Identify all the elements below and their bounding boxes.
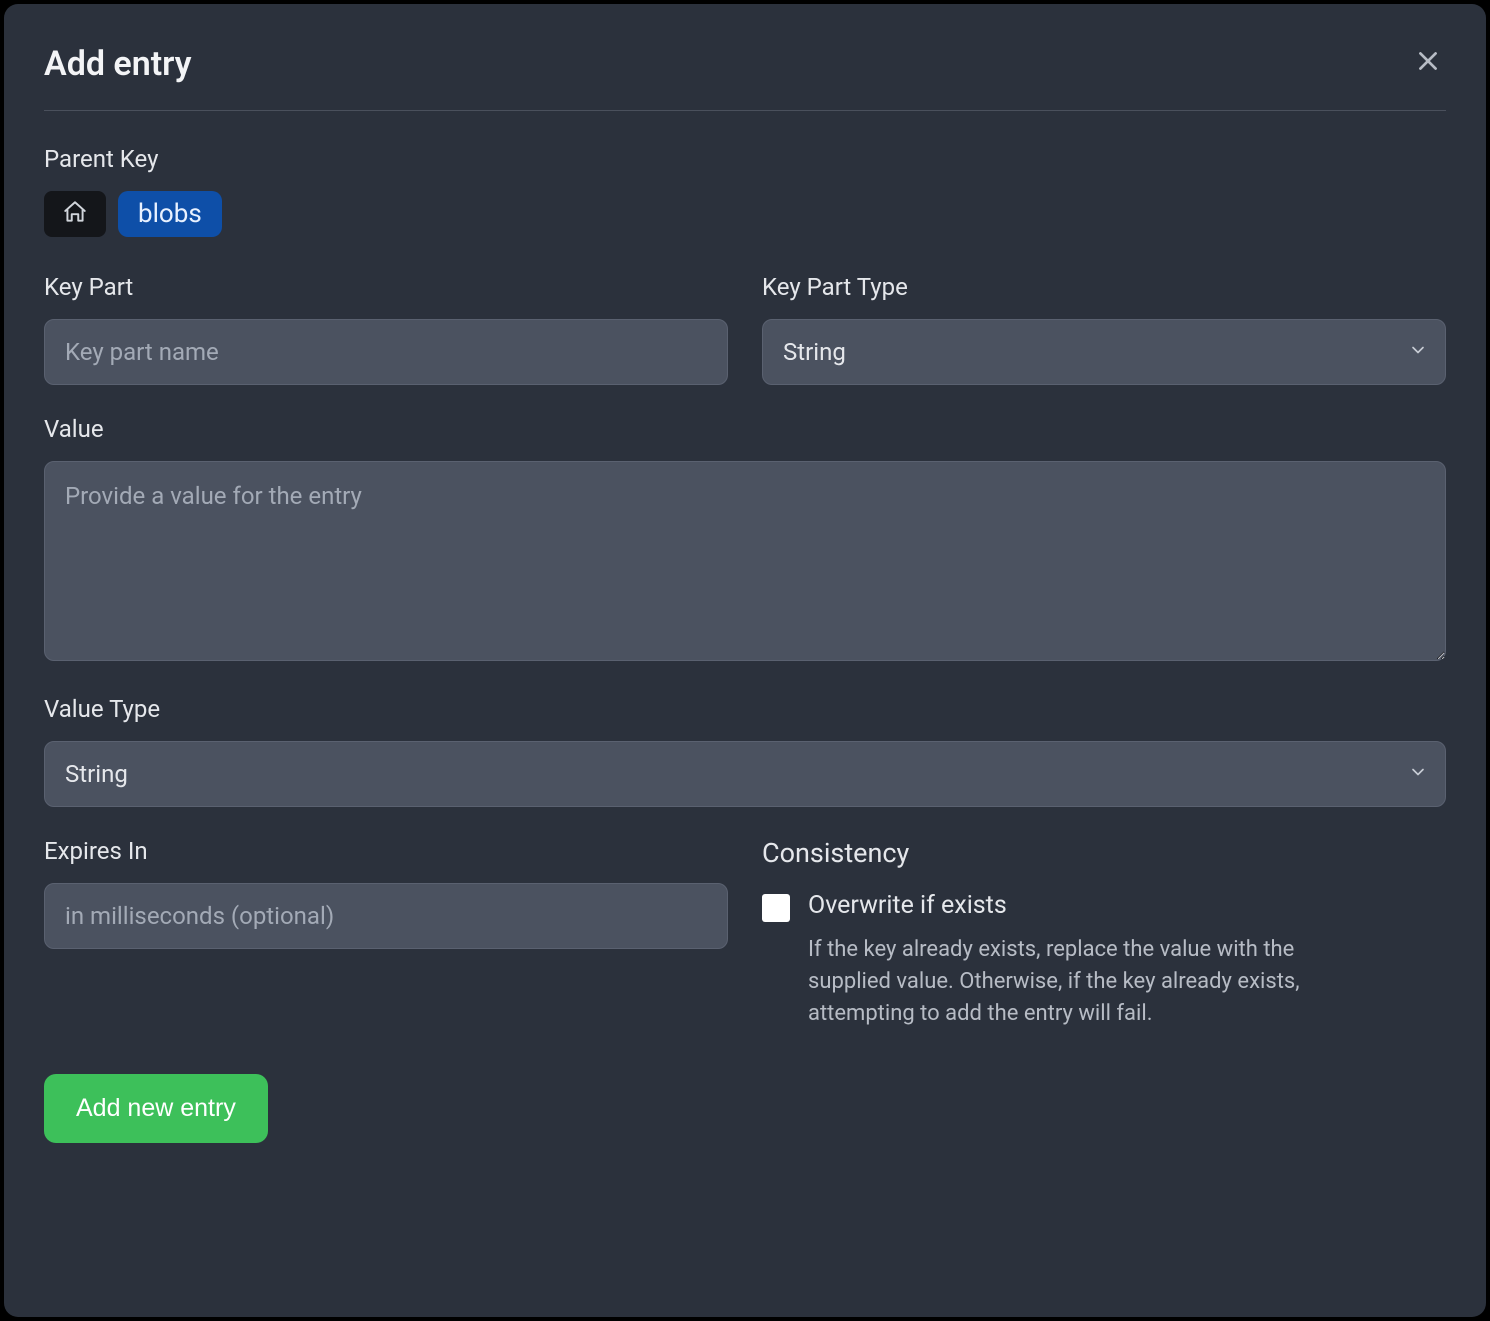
key-part-row: Key Part Key Part Type String [44, 273, 1446, 385]
value-textarea[interactable] [44, 461, 1446, 661]
close-button[interactable] [1410, 46, 1446, 82]
home-icon [62, 199, 88, 229]
value-type-label: Value Type [44, 695, 1446, 723]
consistency-section: Consistency Overwrite if exists If the k… [762, 837, 1446, 1030]
overwrite-label-group: Overwrite if exists If the key already e… [808, 891, 1368, 1030]
parent-key-home-button[interactable] [44, 191, 106, 237]
key-part-column: Key Part [44, 273, 728, 385]
key-part-input[interactable] [44, 319, 728, 385]
value-label: Value [44, 415, 1446, 443]
parent-key-label: Parent Key [44, 145, 1446, 173]
value-section: Value [44, 415, 1446, 665]
key-part-type-select[interactable]: String [762, 319, 1446, 385]
parent-key-path: blobs [44, 191, 1446, 237]
key-part-type-column: Key Part Type String [762, 273, 1446, 385]
add-new-entry-button[interactable]: Add new entry [44, 1074, 268, 1143]
key-part-type-label: Key Part Type [762, 273, 1446, 301]
parent-key-section: Parent Key blobs [44, 145, 1446, 237]
value-type-select-wrapper: String [44, 741, 1446, 807]
add-entry-dialog: Add entry Parent Key blobs [4, 4, 1486, 1317]
overwrite-checkbox[interactable] [762, 894, 790, 922]
consistency-title: Consistency [762, 837, 1446, 869]
header-divider [44, 110, 1446, 111]
overwrite-description: If the key already exists, replace the v… [808, 934, 1368, 1030]
expires-consistency-row: Expires In Consistency Overwrite if exis… [44, 837, 1446, 1030]
value-type-select[interactable]: String [44, 741, 1446, 807]
expires-in-input[interactable] [44, 883, 728, 949]
key-part-type-select-wrapper: String [762, 319, 1446, 385]
overwrite-row: Overwrite if exists If the key already e… [762, 891, 1446, 1030]
dialog-title: Add entry [44, 44, 192, 84]
key-part-label: Key Part [44, 273, 728, 301]
expires-in-section: Expires In [44, 837, 728, 1030]
close-icon [1415, 48, 1441, 80]
value-type-section: Value Type String [44, 695, 1446, 807]
dialog-header: Add entry [44, 44, 1446, 84]
parent-key-chip[interactable]: blobs [118, 191, 222, 237]
overwrite-label: Overwrite if exists [808, 891, 1368, 920]
expires-in-label: Expires In [44, 837, 728, 865]
